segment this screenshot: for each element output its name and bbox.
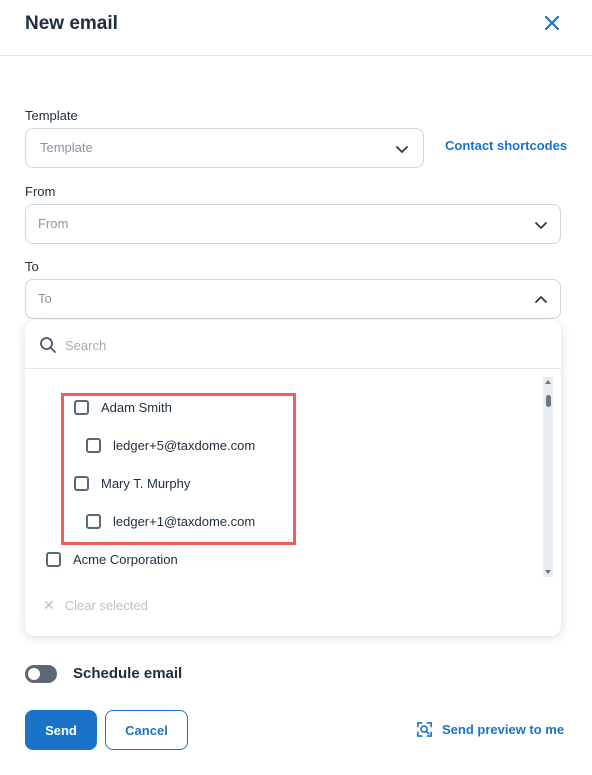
scroll-down-arrow[interactable] [545, 570, 551, 574]
list-item[interactable]: ledger+5@taxdome.com [86, 433, 255, 457]
checkbox[interactable] [86, 513, 101, 529]
preview-icon [417, 722, 432, 737]
search-input[interactable] [65, 334, 535, 356]
send-button[interactable]: Send [25, 710, 97, 750]
list-item[interactable]: Adam Smith [74, 395, 172, 419]
checkbox[interactable] [74, 399, 89, 415]
checkbox[interactable] [74, 475, 89, 491]
dropdown-search [25, 320, 561, 369]
to-select[interactable]: To [25, 279, 561, 319]
to-label: To [25, 259, 39, 274]
scroll-thumb[interactable] [546, 395, 551, 407]
to-placeholder: To [38, 291, 52, 306]
list-item[interactable]: Mary T. Murphy [74, 471, 190, 495]
clear-selected-label: Clear selected [64, 598, 148, 613]
cancel-button[interactable]: Cancel [105, 710, 188, 750]
chevron-up-icon [535, 296, 547, 303]
from-select[interactable]: From [25, 204, 561, 244]
template-select[interactable]: Template [25, 128, 424, 168]
toggle-knob [28, 668, 40, 680]
modal-header: New email [0, 0, 592, 56]
recipient-dropdown: Adam Smith ledger+5@taxdome.com Mary T. … [25, 320, 561, 636]
scrollbar[interactable] [543, 377, 553, 577]
close-icon: ✕ [43, 597, 55, 613]
modal-title: New email [25, 13, 118, 34]
list-item[interactable]: ledger+1@taxdome.com [86, 509, 255, 533]
option-label: ledger+1@taxdome.com [113, 513, 256, 529]
from-label: From [25, 184, 56, 199]
option-label: Mary T. Murphy [101, 475, 191, 491]
contact-shortcodes-link[interactable]: Contact shortcodes [445, 138, 567, 153]
checkbox[interactable] [86, 437, 101, 453]
schedule-label: Schedule email [73, 665, 183, 682]
scroll-up-arrow[interactable] [545, 380, 551, 384]
checkbox[interactable] [46, 551, 61, 567]
list-item[interactable]: Acme Corporation [46, 547, 178, 571]
template-placeholder: Template [40, 140, 93, 155]
clear-selected-button[interactable]: ✕ Clear selected [43, 597, 148, 614]
search-icon [40, 337, 56, 353]
option-label: ledger+5@taxdome.com [113, 437, 256, 453]
send-preview-label: Send preview to me [442, 722, 565, 737]
option-label: Adam Smith [101, 399, 172, 415]
close-icon[interactable] [541, 12, 563, 34]
chevron-down-icon [396, 146, 408, 153]
send-preview-link[interactable]: Send preview to me [416, 721, 564, 738]
from-placeholder: From [38, 216, 69, 231]
chevron-down-icon [535, 222, 547, 229]
option-label: Acme Corporation [73, 551, 178, 567]
template-label: Template [25, 108, 78, 123]
schedule-toggle[interactable] [25, 665, 57, 683]
